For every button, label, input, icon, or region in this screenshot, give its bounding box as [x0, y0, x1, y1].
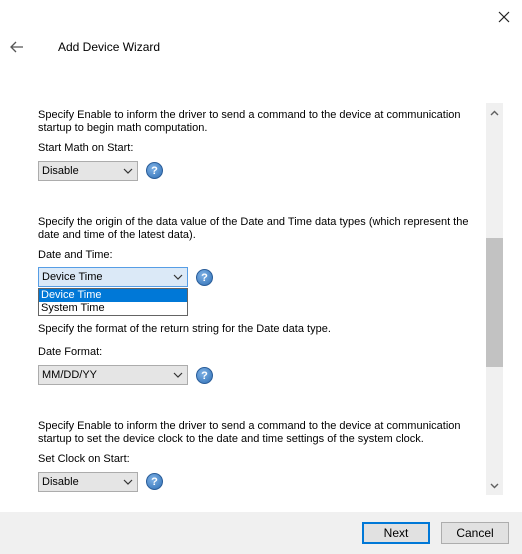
- start-math-select[interactable]: Disable: [38, 161, 138, 181]
- set-clock-select[interactable]: Disable: [38, 472, 138, 492]
- date-format-description: Specify the format of the return string …: [38, 323, 331, 335]
- date-time-value: Device Time: [42, 271, 103, 283]
- cancel-button[interactable]: Cancel: [441, 522, 509, 544]
- option-device-time[interactable]: Device Time: [39, 289, 187, 302]
- start-math-value: Disable: [42, 165, 79, 177]
- close-button[interactable]: [492, 6, 516, 28]
- chevron-down-icon: [173, 372, 183, 378]
- set-clock-label: Set Clock on Start:: [38, 453, 130, 465]
- date-format-label: Date Format:: [38, 346, 103, 358]
- date-time-select[interactable]: Device Time: [38, 267, 188, 287]
- scroll-thumb[interactable]: [486, 238, 503, 367]
- chevron-down-icon: [490, 483, 499, 488]
- date-time-help-icon[interactable]: ?: [196, 269, 213, 286]
- set-clock-value: Disable: [42, 476, 79, 488]
- start-math-description: Specify Enable to inform the driver to s…: [38, 109, 461, 134]
- next-button[interactable]: Next: [362, 522, 430, 544]
- date-format-select[interactable]: MM/DD/YY: [38, 365, 188, 385]
- scroll-down-button[interactable]: [486, 477, 503, 494]
- date-time-dropdown-list: Device Time System Time: [38, 288, 188, 316]
- chevron-down-icon: [123, 479, 133, 485]
- set-clock-help-icon[interactable]: ?: [146, 473, 163, 490]
- back-arrow-icon: [10, 41, 23, 53]
- start-math-help-icon[interactable]: ?: [146, 162, 163, 179]
- date-time-description: Specify the origin of the data value of …: [38, 216, 469, 241]
- chevron-up-icon: [490, 110, 499, 115]
- date-format-help-icon[interactable]: ?: [196, 367, 213, 384]
- scroll-up-button[interactable]: [486, 104, 503, 121]
- start-math-label: Start Math on Start:: [38, 142, 134, 154]
- chevron-down-icon: [173, 274, 183, 280]
- back-button[interactable]: [6, 36, 28, 58]
- set-clock-description: Specify Enable to inform the driver to s…: [38, 420, 461, 445]
- wizard-title: Add Device Wizard: [58, 40, 161, 54]
- chevron-down-icon: [123, 168, 133, 174]
- option-system-time[interactable]: System Time: [39, 302, 187, 315]
- close-icon: [498, 11, 510, 23]
- date-format-value: MM/DD/YY: [42, 369, 97, 381]
- date-time-label: Date and Time:: [38, 249, 113, 261]
